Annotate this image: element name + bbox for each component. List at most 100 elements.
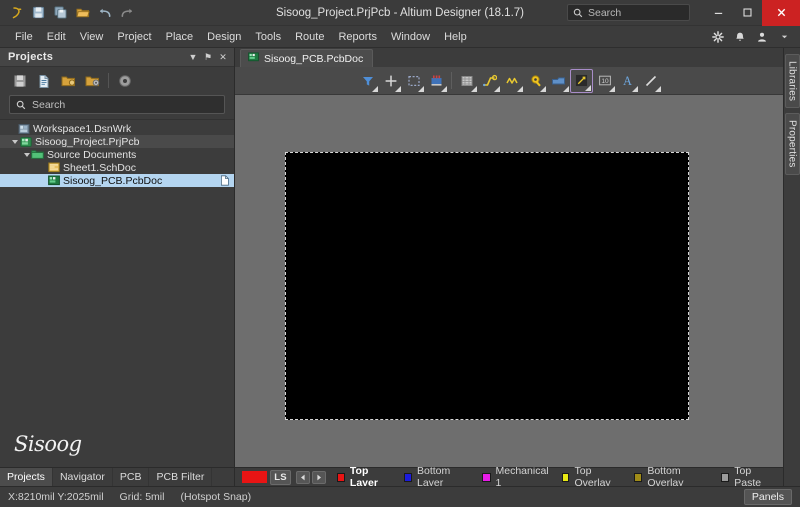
layer-sets-button[interactable]: LS xyxy=(270,469,291,485)
tree-item-source-documents[interactable]: Source Documents xyxy=(0,148,234,161)
title-bar: Sisoog_Project.PrjPcb - Altium Designer … xyxy=(0,0,800,26)
menu-window[interactable]: Window xyxy=(384,28,437,46)
interactive-routing-icon[interactable] xyxy=(478,69,501,93)
toolbar-separator xyxy=(451,72,452,89)
projects-panel-toolbar xyxy=(0,67,234,94)
place-string-icon[interactable]: A xyxy=(616,69,639,93)
tab-navigator[interactable]: Navigator xyxy=(53,468,113,486)
left-panel-tabs: Projects Navigator PCB PCB Filter xyxy=(0,467,234,486)
open-folder-icon[interactable] xyxy=(73,3,92,22)
tree-item-sheet1-schdoc[interactable]: Sheet1.SchDoc xyxy=(0,161,234,174)
select-region-icon[interactable] xyxy=(402,69,425,93)
tree-item-label: Sheet1.SchDoc xyxy=(63,161,136,174)
crosshair-place-icon[interactable] xyxy=(379,69,402,93)
document-tab-sisoog-pcb[interactable]: Sisoog_PCB.PcbDoc xyxy=(240,49,374,67)
tree-item-workspace[interactable]: Workspace1.DsnWrk xyxy=(0,122,234,135)
tab-pcb-filter[interactable]: PCB Filter xyxy=(149,468,213,486)
pcb-toolbar-group: 10 A xyxy=(354,67,664,94)
tree-expander[interactable] xyxy=(10,139,19,144)
right-panel-tabs: Libraries Properties xyxy=(783,48,800,486)
projects-search-wrap: Search xyxy=(0,94,234,119)
layer-tab-mechanical-1[interactable]: Mechanical 1 xyxy=(476,465,555,489)
menu-place[interactable]: Place xyxy=(159,28,201,46)
open-project-icon[interactable] xyxy=(58,71,78,91)
panel-close-button[interactable]: ✕ xyxy=(216,50,230,65)
pcbdoc-icon xyxy=(47,175,60,186)
status-snap-mode: (Hotspot Snap) xyxy=(180,491,252,503)
undo-icon[interactable] xyxy=(95,3,114,22)
current-layer-swatch[interactable] xyxy=(242,471,268,483)
tab-projects[interactable]: Projects xyxy=(0,468,53,486)
sisoog-logo-text: Sisoog xyxy=(14,432,82,456)
layer-next-button[interactable] xyxy=(311,470,326,484)
close-button[interactable] xyxy=(762,0,800,26)
tree-expander[interactable] xyxy=(22,152,31,157)
layer-color-swatch xyxy=(482,472,491,482)
pcb-toolbar: 10 A xyxy=(235,67,783,95)
search-icon xyxy=(16,100,26,109)
projects-search-placeholder: Search xyxy=(32,98,66,111)
menu-project[interactable]: Project xyxy=(110,28,158,46)
panel-pin-button[interactable]: ⚑ xyxy=(201,50,215,65)
layer-color-swatch xyxy=(721,472,730,482)
minimize-button[interactable] xyxy=(704,0,733,26)
layer-tab-top-layer[interactable]: Top Layer xyxy=(331,465,398,489)
tree-item-project[interactable]: Sisoog_Project.PrjPcb xyxy=(0,135,234,148)
folder-icon xyxy=(31,149,44,160)
place-line-icon[interactable] xyxy=(639,69,662,93)
altium-logo-icon[interactable] xyxy=(7,3,26,22)
svg-text:A: A xyxy=(623,74,632,87)
menu-file[interactable]: File xyxy=(8,28,40,46)
differential-pair-icon[interactable] xyxy=(501,69,524,93)
menu-route[interactable]: Route xyxy=(288,28,331,46)
panels-button[interactable]: Panels xyxy=(743,489,792,505)
pcb-canvas[interactable] xyxy=(235,95,783,467)
tree-item-sisoog-pcb-pcbdoc[interactable]: Sisoog_PCB.PcbDoc xyxy=(0,174,234,187)
status-grid: Grid: 5mil xyxy=(119,491,165,503)
tree-item-label: Source Documents xyxy=(47,148,137,161)
place-coordinate-icon[interactable]: 10 xyxy=(593,69,616,93)
menu-help[interactable]: Help xyxy=(437,28,474,46)
tab-pcb[interactable]: PCB xyxy=(113,468,150,486)
layer-bar: LS Top Layer Bottom Layer Mechanical 1 T… xyxy=(235,465,783,489)
document-tab-bar: Sisoog_PCB.PcbDoc xyxy=(235,48,783,67)
status-coordinates: X:8210mil Y:2025mil xyxy=(8,491,104,503)
menu-edit[interactable]: Edit xyxy=(40,28,73,46)
panel-dropdown-button[interactable]: ▼ xyxy=(186,50,200,65)
save-icon[interactable] xyxy=(29,3,48,22)
menu-view[interactable]: View xyxy=(73,28,111,46)
workspace-icon xyxy=(17,123,30,135)
menu-reports[interactable]: Reports xyxy=(331,28,384,46)
place-dimension-icon[interactable] xyxy=(570,68,593,93)
save-all-icon[interactable] xyxy=(51,3,70,22)
projects-search-input[interactable]: Search xyxy=(9,95,225,114)
filter-icon[interactable] xyxy=(356,69,379,93)
save-project-icon[interactable] xyxy=(10,71,30,91)
place-fill-icon[interactable] xyxy=(547,69,570,93)
svg-text:10: 10 xyxy=(601,78,609,85)
maximize-button[interactable] xyxy=(733,0,762,26)
place-component-icon[interactable] xyxy=(425,69,448,93)
compile-document-icon[interactable] xyxy=(34,71,54,91)
pcb-board-outline[interactable] xyxy=(285,152,689,420)
layer-tab-top-overlay[interactable]: Top Overlay xyxy=(556,465,629,489)
bell-icon[interactable] xyxy=(730,27,750,47)
layer-tab-bottom-layer[interactable]: Bottom Layer xyxy=(398,465,476,489)
settings-gear-icon[interactable] xyxy=(115,71,135,91)
layer-tab-bottom-overlay[interactable]: Bottom Overlay xyxy=(628,465,715,489)
redo-icon[interactable] xyxy=(117,3,136,22)
chevron-down-icon[interactable] xyxy=(774,27,794,47)
project-options-folder-icon[interactable] xyxy=(82,71,102,91)
layer-prev-button[interactable] xyxy=(295,470,310,484)
pcb-project-icon xyxy=(19,136,32,148)
gear-icon[interactable] xyxy=(708,27,728,47)
vtab-properties[interactable]: Properties xyxy=(784,113,800,175)
user-account-icon[interactable] xyxy=(752,27,772,47)
polygon-pour-icon[interactable] xyxy=(455,69,478,93)
layer-tab-top-paste[interactable]: Top Paste xyxy=(715,465,780,489)
place-via-icon[interactable] xyxy=(524,69,547,93)
vtab-libraries[interactable]: Libraries xyxy=(784,54,800,109)
menu-design[interactable]: Design xyxy=(200,28,248,46)
global-search-input[interactable]: Search xyxy=(567,4,690,21)
menu-tools[interactable]: Tools xyxy=(248,28,288,46)
